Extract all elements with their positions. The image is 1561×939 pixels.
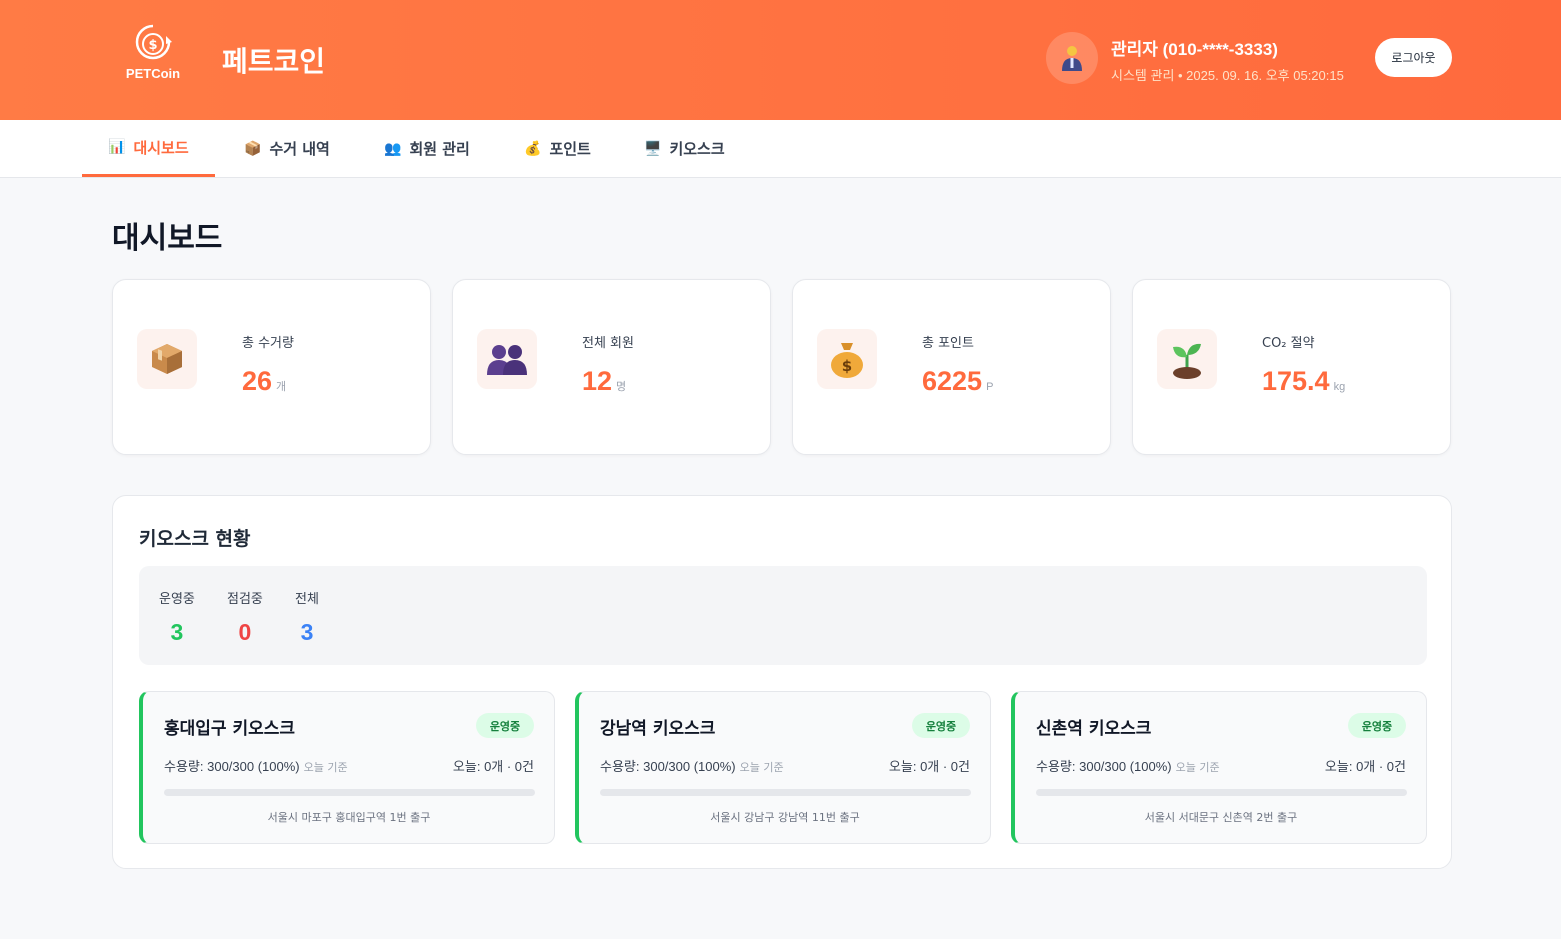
stat-card-total-collection: 총 수거량 26 개 — [112, 279, 431, 455]
package-icon: 📦 — [244, 140, 262, 157]
tab-label: 회원 관리 — [409, 140, 470, 158]
kiosk-name: 홍대입구 키오스크 — [164, 719, 296, 739]
panel-title: 키오스크 현황 — [139, 528, 251, 550]
summary-value: 3 — [300, 619, 314, 645]
app-title: 페트코인 — [222, 45, 326, 78]
kiosk-card-gangnam[interactable]: 강남역 키오스크 운영중 수용량: 300/300 (100%) 오늘 기준 오늘… — [575, 691, 991, 844]
tab-label: 키오스크 — [669, 140, 725, 158]
kiosk-name: 신촌역 키오스크 — [1036, 719, 1152, 739]
kiosk-today: 오늘: 0개 · 0건 — [1324, 759, 1406, 774]
tab-dashboard[interactable]: 📊 대시보드 — [82, 120, 215, 177]
stat-value: 6225 P — [922, 366, 994, 396]
tab-collection-history[interactable]: 📦 수거 내역 — [218, 120, 356, 177]
money-bag-icon: 💰 — [524, 140, 542, 157]
tab-label: 수거 내역 — [269, 140, 330, 158]
user-role-datetime: 시스템 관리 • 2025. 09. 16. 오후 05:20:15 — [1111, 68, 1344, 83]
kiosk-name: 강남역 키오스크 — [600, 719, 716, 739]
status-badge: 운영중 — [476, 713, 534, 738]
summary-label: 전체 — [295, 592, 319, 607]
money-bag-icon: $ — [817, 329, 877, 389]
kiosk-progress-bar — [600, 789, 971, 796]
kiosk-progress-bar — [164, 789, 535, 796]
tab-member-management[interactable]: 👥 회원 관리 — [358, 120, 496, 177]
summary-value: 0 — [238, 619, 252, 645]
tab-points[interactable]: 💰 포인트 — [498, 120, 617, 177]
stat-card-total-points: $ 총 포인트 6225 P — [792, 279, 1111, 455]
stat-value: 175.4 kg — [1262, 366, 1346, 396]
kiosk-summary: 운영중 3 점검중 0 전체 3 — [139, 566, 1427, 665]
page-title: 대시보드 — [112, 221, 223, 256]
stat-unit: 개 — [276, 381, 287, 393]
stat-card-total-members: 전체 회원 12 명 — [452, 279, 771, 455]
admin-avatar[interactable] — [1046, 32, 1098, 84]
users-icon — [477, 329, 537, 389]
logo-text: PETCoin — [125, 66, 181, 81]
stat-label: 총 수거량 — [242, 336, 294, 351]
package-icon — [137, 329, 197, 389]
kiosk-card-sinchon[interactable]: 신촌역 키오스크 운영중 수용량: 300/300 (100%) 오늘 기준 오늘… — [1011, 691, 1427, 844]
stat-value: 26 개 — [242, 366, 287, 396]
kiosk-address: 서울시 마포구 홍대입구역 1번 출구 — [267, 811, 431, 824]
capacity-note: 오늘 기준 — [739, 761, 784, 774]
seedling-icon — [1157, 329, 1217, 389]
status-badge: 운영중 — [912, 713, 970, 738]
kiosk-capacity: 수용량: 300/300 (100%) 오늘 기준 — [164, 759, 348, 774]
coin-recycle-icon: $ — [135, 24, 172, 60]
tab-kiosk[interactable]: 🖥️ 키오스크 — [618, 120, 751, 177]
kiosk-capacity: 수용량: 300/300 (100%) 오늘 기준 — [600, 759, 784, 774]
stat-card-co2-saved: CO₂ 절약 175.4 kg — [1132, 279, 1451, 455]
tab-label: 포인트 — [549, 140, 591, 158]
kiosk-status-panel: 키오스크 현황 운영중 3 점검중 0 전체 3 홍대입구 키오스크 운영중 수… — [112, 495, 1452, 869]
stat-label: CO₂ 절약 — [1262, 336, 1315, 351]
summary-label: 운영중 — [159, 592, 195, 607]
app-header: $ PETCoin 페트코인 관리자 (010-****-3333) 시스템 관… — [0, 0, 1561, 120]
petcoin-logo[interactable]: $ PETCoin — [118, 22, 188, 86]
logout-button[interactable]: 로그아웃 — [1375, 38, 1452, 77]
kiosk-today: 오늘: 0개 · 0건 — [888, 759, 970, 774]
users-icon: 👥 — [384, 140, 402, 157]
summary-value: 3 — [170, 619, 184, 645]
kiosk-today: 오늘: 0개 · 0건 — [452, 759, 534, 774]
admin-person-icon — [1062, 46, 1082, 71]
stat-unit: 명 — [616, 381, 627, 393]
kiosk-address: 서울시 강남구 강남역 11번 출구 — [710, 811, 860, 824]
summary-total: 전체 3 — [295, 588, 319, 646]
kiosk-capacity: 수용량: 300/300 (100%) 오늘 기준 — [1036, 759, 1220, 774]
stat-label: 전체 회원 — [582, 336, 634, 351]
main-nav: 📊 대시보드 📦 수거 내역 👥 회원 관리 💰 포인트 🖥️ 키오스크 — [0, 120, 1561, 178]
kiosk-card-hongdae[interactable]: 홍대입구 키오스크 운영중 수용량: 300/300 (100%) 오늘 기준 오… — [139, 691, 555, 844]
monitor-icon: 🖥️ — [644, 140, 662, 157]
kiosk-address: 서울시 서대문구 신촌역 2번 출구 — [1144, 811, 1298, 824]
svg-text:$: $ — [842, 357, 852, 375]
capacity-note: 오늘 기준 — [303, 761, 348, 774]
summary-maintenance: 점검중 0 — [227, 588, 263, 646]
kiosk-progress-bar — [1036, 789, 1407, 796]
summary-label: 점검중 — [227, 592, 263, 607]
capacity-note: 오늘 기준 — [1175, 761, 1220, 774]
user-name: 관리자 (010-****-3333) — [1111, 40, 1278, 59]
summary-operating: 운영중 3 — [159, 588, 195, 646]
stat-unit: kg — [1333, 381, 1346, 393]
stat-value: 12 명 — [582, 366, 627, 396]
tab-label: 대시보드 — [133, 138, 189, 157]
svg-text:$: $ — [148, 38, 157, 53]
stat-unit: P — [986, 381, 994, 393]
stat-label: 총 포인트 — [922, 336, 974, 351]
status-badge: 운영중 — [1348, 713, 1406, 738]
bar-chart-icon: 📊 — [108, 139, 126, 155]
